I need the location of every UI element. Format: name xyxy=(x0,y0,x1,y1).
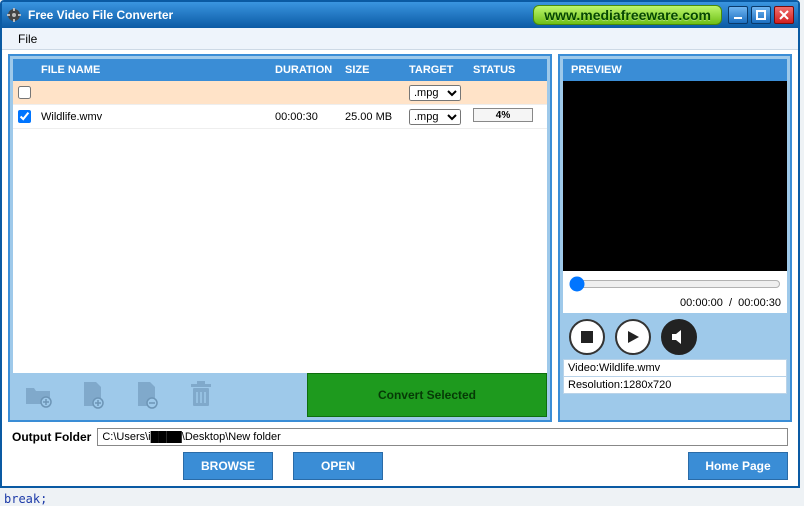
mute-button[interactable] xyxy=(661,319,697,355)
stray-code-text: break; xyxy=(4,492,47,506)
time-display: 00:00:00 / 00:00:30 xyxy=(563,297,787,313)
row-checkbox[interactable] xyxy=(18,110,31,123)
preview-header: PREVIEW xyxy=(563,59,787,81)
col-filename: FILE NAME xyxy=(13,64,269,76)
close-button[interactable] xyxy=(774,6,794,24)
add-file-icon[interactable] xyxy=(75,377,111,413)
resolution-info: Resolution:1280x720 xyxy=(563,377,787,394)
col-target: TARGET xyxy=(403,64,467,76)
open-button[interactable]: OPEN xyxy=(293,452,383,480)
app-window: Free Video File Converter www.mediafreew… xyxy=(0,0,800,488)
app-icon xyxy=(6,7,22,23)
col-status: STATUS xyxy=(467,64,547,76)
video-preview xyxy=(563,81,787,271)
table-template-row: .mpg xyxy=(13,81,547,105)
col-size: SIZE xyxy=(339,64,403,76)
remove-file-icon[interactable] xyxy=(129,377,165,413)
preview-panel: PREVIEW 00:00:00 / 00:00:30 Video:Wildli… xyxy=(558,54,792,422)
add-folder-icon[interactable] xyxy=(21,377,57,413)
seek-slider[interactable] xyxy=(569,278,781,290)
table-header: FILE NAME DURATION SIZE TARGET STATUS xyxy=(13,59,547,81)
maximize-button[interactable] xyxy=(751,6,771,24)
convert-button[interactable]: Convert Selected xyxy=(307,373,547,417)
site-url-badge: www.mediafreeware.com xyxy=(533,5,722,25)
table-body: .mpg Wildlife.wmv 00:00:30 25.00 MB .mpg… xyxy=(13,81,547,373)
video-info: Video:Wildlife.wmv xyxy=(563,359,787,377)
minimize-button[interactable] xyxy=(728,6,748,24)
col-duration: DURATION xyxy=(269,64,339,76)
row-size: 25.00 MB xyxy=(339,111,403,123)
output-folder-label: Output Folder xyxy=(12,430,91,444)
output-folder-select[interactable] xyxy=(97,428,788,446)
time-total: 00:00:30 xyxy=(738,297,781,309)
time-current: 00:00:00 xyxy=(680,297,723,309)
row-filename: Wildlife.wmv xyxy=(35,111,269,123)
file-list-panel: FILE NAME DURATION SIZE TARGET STATUS .m… xyxy=(8,54,552,422)
stop-button[interactable] xyxy=(569,319,605,355)
window-title: Free Video File Converter xyxy=(28,8,173,22)
home-page-button[interactable]: Home Page xyxy=(688,452,788,480)
file-toolbar xyxy=(13,373,307,417)
menu-file[interactable]: File xyxy=(10,30,45,48)
titlebar: Free Video File Converter www.mediafreew… xyxy=(2,2,798,28)
row-duration: 00:00:30 xyxy=(269,111,339,123)
row-progress-label: 4% xyxy=(474,109,532,121)
play-button[interactable] xyxy=(615,319,651,355)
row-progress: 4% xyxy=(473,108,533,122)
select-all-checkbox[interactable] xyxy=(18,86,31,99)
default-target-select[interactable]: .mpg xyxy=(409,85,461,101)
row-target-select[interactable]: .mpg xyxy=(409,109,461,125)
delete-icon[interactable] xyxy=(183,377,219,413)
browse-button[interactable]: BROWSE xyxy=(183,452,273,480)
table-row[interactable]: Wildlife.wmv 00:00:30 25.00 MB .mpg 4% xyxy=(13,105,547,129)
menubar: File xyxy=(2,28,798,50)
